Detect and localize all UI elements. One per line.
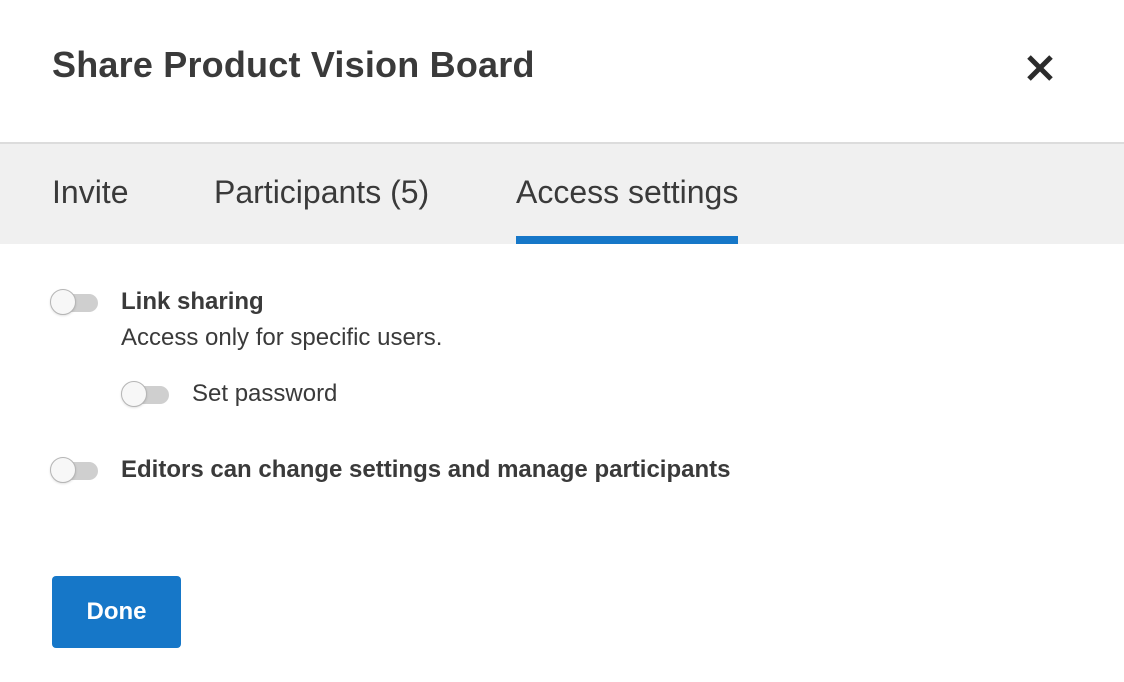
tab-access-settings[interactable]: Access settings — [516, 174, 739, 244]
dialog-title: Share Product Vision Board — [52, 44, 535, 85]
done-button[interactable]: Done — [52, 576, 181, 648]
editors-manage-toggle[interactable] — [50, 457, 100, 483]
share-dialog: Share Product Vision Board Invite Partic… — [0, 0, 1124, 682]
set-password-label: Set password — [192, 380, 338, 407]
toggle-knob — [50, 289, 76, 315]
link-sharing-label: Link sharing — [121, 288, 264, 315]
dialog-header: Share Product Vision Board — [0, 0, 1124, 144]
set-password-toggle[interactable] — [121, 381, 171, 407]
link-sharing-toggle[interactable] — [50, 289, 100, 315]
toggle-knob — [50, 457, 76, 483]
tab-bar: Invite Participants (5) Access settings — [0, 144, 1124, 244]
close-icon — [1027, 55, 1053, 81]
close-button[interactable] — [1020, 48, 1060, 88]
editors-manage-label: Editors can change settings and manage p… — [121, 456, 731, 483]
link-sharing-description: Access only for specific users. — [121, 324, 443, 351]
toggle-knob — [121, 381, 147, 407]
tab-invite[interactable]: Invite — [52, 174, 128, 211]
tab-participants[interactable]: Participants (5) — [214, 174, 429, 211]
